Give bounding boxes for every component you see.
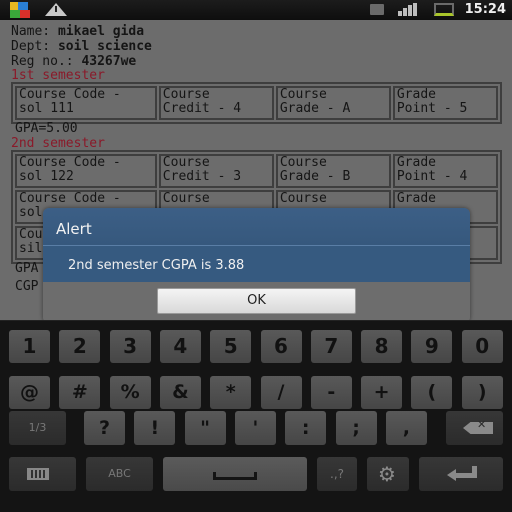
key[interactable]: ? [84,411,125,445]
semester-1-title: 1st semester [11,68,105,83]
key[interactable]: ( [411,376,453,409]
key[interactable]: 3 [109,330,151,363]
semester-2-gpa: GPA [15,261,39,276]
key[interactable]: ; [335,411,377,445]
table-row: Course Code - sol 122 Course Credit - 3 … [14,153,499,189]
course-code-cell: Course Code - sol 111 [15,86,157,120]
key[interactable]: 6 [260,330,302,363]
keyboard-icon [27,468,49,480]
reg-value: 43267we [81,54,137,69]
dialog-footer: OK [43,282,470,323]
key[interactable]: " [184,411,226,445]
ok-button[interactable]: OK [157,288,356,314]
key[interactable]: * [210,376,252,409]
avg-antivirus-icon [8,2,38,18]
key[interactable]: 5 [210,330,252,363]
dialog-message: 2nd semester CGPA is 3.88 [43,246,470,282]
key[interactable]: # [59,376,101,409]
key[interactable]: ' [234,411,276,445]
course-credit-cell: Course Credit - 3 [158,154,274,188]
dept-value: soil science [57,39,152,54]
status-bar: 15:24 [0,0,512,20]
course-grade-cell: Course Grade - A [275,86,391,120]
key[interactable]: - [310,376,352,409]
backspace-key[interactable]: ✕ [446,411,503,445]
grade-point-cell: Grade Point - 4 [392,154,498,188]
battery-icon [434,3,454,16]
settings-key[interactable]: ⚙ [367,457,409,491]
student-dept: Dept: soil science [11,39,152,54]
semester-1-table: Course Code - sol 111 Course Credit - 4 … [11,82,502,124]
key[interactable]: 7 [310,330,352,363]
soft-keyboard: 1234567890 @ #% & * / - +() 1/3 ?! " ':;, ✕ ABC … [0,320,512,512]
key[interactable]: + [361,376,403,409]
grade-point-cell: Grade Point - 5 [392,86,498,120]
course-grade-cell: Course Grade - B [275,154,391,188]
clock: 15:24 [464,2,506,17]
student-name: Name: mikael gida [11,24,144,39]
semester-2-title: 2nd semester [11,136,105,151]
alert-dialog: Alert 2nd semester CGPA is 3.88 OK [43,208,470,323]
space-icon [213,472,257,480]
key[interactable]: @ [9,376,50,409]
student-reg: Reg no.: 43267we [11,54,136,69]
semester-1-gpa: GPA=5.00 [15,121,78,136]
key[interactable]: 4 [159,330,201,363]
course-code-cell: Course Code - sol 122 [15,154,157,188]
keyboard-hide-key[interactable] [9,457,76,491]
abc-key[interactable]: ABC [86,457,153,491]
reg-label: Reg no.: [11,54,74,69]
sd-card-icon [370,4,384,15]
key[interactable]: ) [461,376,503,409]
gear-icon: ⚙ [378,462,396,486]
name-value: mikael gida [57,24,145,39]
dialog-title: Alert [43,208,470,246]
punctuation-key[interactable]: .,? [317,457,357,491]
key[interactable]: % [109,376,151,409]
page-toggle-key[interactable]: 1/3 [9,411,66,445]
key[interactable]: 0 [461,330,503,363]
space-key[interactable] [163,457,307,491]
semester-2-cgpa: CGP [15,279,39,294]
enter-key[interactable] [419,457,503,491]
key[interactable]: 1 [9,330,50,363]
signal-icon [398,3,418,16]
dept-label: Dept: [11,39,51,54]
enter-icon [447,466,477,481]
course-credit-cell: Course Credit - 4 [158,86,274,120]
key[interactable]: : [285,411,327,445]
key[interactable]: & [159,376,201,409]
key[interactable]: 2 [59,330,101,363]
key[interactable]: 8 [361,330,403,363]
table-row: Course Code - sol 111 Course Credit - 4 … [14,85,499,121]
key[interactable]: ! [134,411,176,445]
key[interactable]: 9 [411,330,453,363]
key[interactable]: , [385,411,427,445]
name-label: Name: [11,24,51,39]
key[interactable]: / [260,376,302,409]
